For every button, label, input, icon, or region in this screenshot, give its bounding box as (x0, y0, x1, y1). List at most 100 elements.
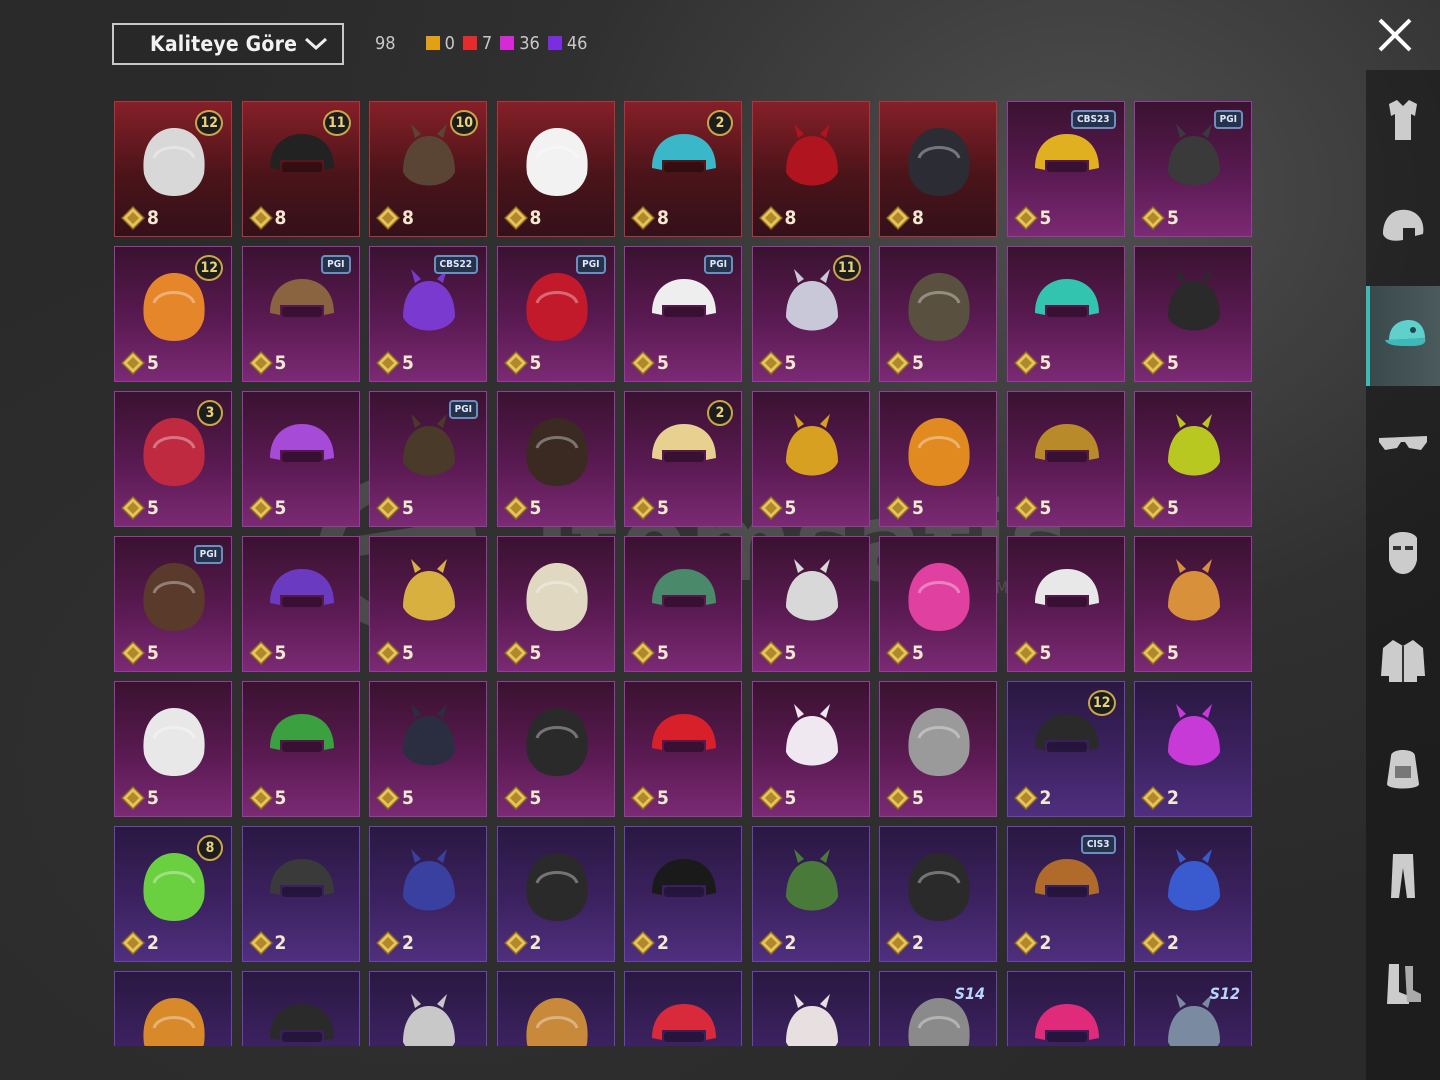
item-tile[interactable]: 5 (624, 681, 742, 817)
coin-icon (121, 641, 145, 665)
item-tile[interactable] (241, 971, 360, 1046)
coin-icon (376, 206, 400, 230)
item-price-value: 8 (657, 207, 669, 229)
item-tile[interactable]: PGI 5 (369, 391, 487, 527)
item-tile[interactable]: 12 8 (114, 101, 232, 237)
item-tile[interactable]: 5 (879, 536, 997, 672)
item-tile[interactable]: 12 2 (1006, 681, 1125, 817)
coin-icon (631, 496, 655, 520)
item-tile[interactable]: CBS23 5 (1006, 101, 1125, 237)
item-tile[interactable]: CIS3 2 (1006, 826, 1125, 962)
item-price: 5 (376, 786, 414, 810)
sidebar-tab-boots[interactable] (1366, 934, 1440, 1034)
item-tile[interactable]: 5 (624, 536, 742, 672)
item-tile[interactable]: 5 (496, 391, 615, 527)
item-tile[interactable] (624, 971, 742, 1046)
item-art (403, 994, 455, 1046)
sort-dropdown[interactable]: Kaliteye Göre (112, 23, 344, 65)
sidebar-tab-cap[interactable] (1366, 286, 1440, 386)
item-tile[interactable]: 11 8 (241, 101, 360, 237)
coin-icon (758, 351, 783, 375)
item-tile[interactable]: 5 (1134, 536, 1252, 672)
item-tile[interactable]: 35 (114, 391, 232, 527)
item-tile[interactable]: 5 (241, 681, 360, 817)
item-tile[interactable]: 5 (496, 681, 615, 817)
close-icon[interactable] (1376, 16, 1414, 54)
sidebar-tab-pants[interactable] (1366, 826, 1440, 926)
item-art (525, 853, 588, 921)
item-tile[interactable]: 5 (879, 681, 997, 817)
item-tile[interactable]: PGI 5 (496, 246, 615, 382)
item-tile[interactable]: 5 (369, 681, 487, 817)
item-tile[interactable]: 5 (1006, 536, 1125, 672)
item-tile[interactable] (751, 971, 870, 1046)
item-tile[interactable]: 2 (879, 826, 997, 962)
item-price: 2 (376, 931, 414, 955)
item-tile[interactable]: 5 (241, 536, 360, 672)
item-tile[interactable]: 2 (751, 826, 870, 962)
item-tile[interactable]: CBS22 5 (369, 246, 487, 382)
pants-icon (1391, 854, 1415, 898)
item-art (269, 859, 334, 897)
item-tile[interactable]: 8 (751, 101, 870, 237)
item-art (1168, 124, 1220, 186)
item-tile[interactable]: PGI 5 (1134, 101, 1252, 237)
item-tile[interactable]: 2 (241, 826, 360, 962)
item-price-value: 5 (147, 642, 159, 664)
item-tile[interactable]: 5 (1134, 391, 1252, 527)
item-tile[interactable]: 2 (369, 826, 487, 962)
item-price: 5 (121, 786, 159, 810)
item-badge: PGI (448, 400, 478, 419)
item-tile[interactable]: 5 (496, 536, 615, 672)
item-tile[interactable] (369, 971, 487, 1046)
item-tile[interactable]: 5 (751, 536, 870, 672)
item-tile[interactable]: 2 (496, 826, 615, 962)
item-tile[interactable]: 5 (879, 246, 997, 382)
sidebar-tab-mask[interactable] (1366, 502, 1440, 602)
item-price: 8 (886, 206, 924, 230)
item-tile[interactable]: S14 (879, 971, 997, 1046)
item-tile[interactable] (114, 971, 232, 1046)
item-tile[interactable]: 5 (1134, 246, 1252, 382)
sidebar-tab-outfit[interactable] (1366, 70, 1440, 170)
item-tile[interactable]: 2 (1134, 826, 1252, 962)
item-tile[interactable]: 8 (879, 101, 997, 237)
item-tile[interactable]: 10 8 (369, 101, 487, 237)
item-tile[interactable]: 5 (1006, 391, 1125, 527)
coin-icon (503, 786, 528, 810)
outfit-icon (1389, 100, 1417, 140)
item-tile[interactable]: 5 (879, 391, 997, 527)
item-tile[interactable] (496, 971, 615, 1046)
item-price: 5 (886, 786, 924, 810)
item-tile[interactable]: 5 (241, 391, 360, 527)
item-tile[interactable]: 82 (114, 826, 232, 962)
item-price-value: 5 (529, 352, 542, 374)
item-tile[interactable]: 11 5 (751, 246, 870, 382)
sidebar-tab-helmet[interactable] (1366, 178, 1440, 278)
item-tile[interactable]: 5 (1006, 246, 1125, 382)
item-price-value: 5 (402, 787, 414, 809)
item-price: 5 (121, 496, 159, 520)
item-tile[interactable]: PGI 5 (114, 536, 232, 672)
sidebar-tab-jacket[interactable] (1366, 610, 1440, 710)
item-tile[interactable]: 5 (751, 391, 870, 527)
item-tile[interactable]: 5 (369, 536, 487, 672)
item-tile[interactable]: 5 (114, 681, 232, 817)
item-tile[interactable]: 28 (624, 101, 742, 237)
item-tile[interactable]: PGI 5 (624, 246, 742, 382)
item-price-value: 5 (657, 642, 669, 664)
item-tile[interactable]: 8 (496, 101, 615, 237)
coin-icon (121, 351, 145, 375)
item-tile[interactable]: 2 (624, 826, 742, 962)
item-tile[interactable]: 25 (624, 391, 742, 527)
item-art (1034, 134, 1099, 172)
quality-swatch (500, 36, 515, 50)
item-tile[interactable] (1006, 971, 1125, 1046)
item-tile[interactable]: 2 (1134, 681, 1252, 817)
sidebar-tab-glasses[interactable] (1366, 394, 1440, 494)
item-tile[interactable]: PGI 5 (241, 246, 360, 382)
item-tile[interactable]: S12 (1134, 971, 1252, 1046)
item-tile[interactable]: 12 5 (114, 246, 232, 382)
item-tile[interactable]: 5 (751, 681, 870, 817)
sidebar-tab-backpack[interactable] (1366, 718, 1440, 818)
